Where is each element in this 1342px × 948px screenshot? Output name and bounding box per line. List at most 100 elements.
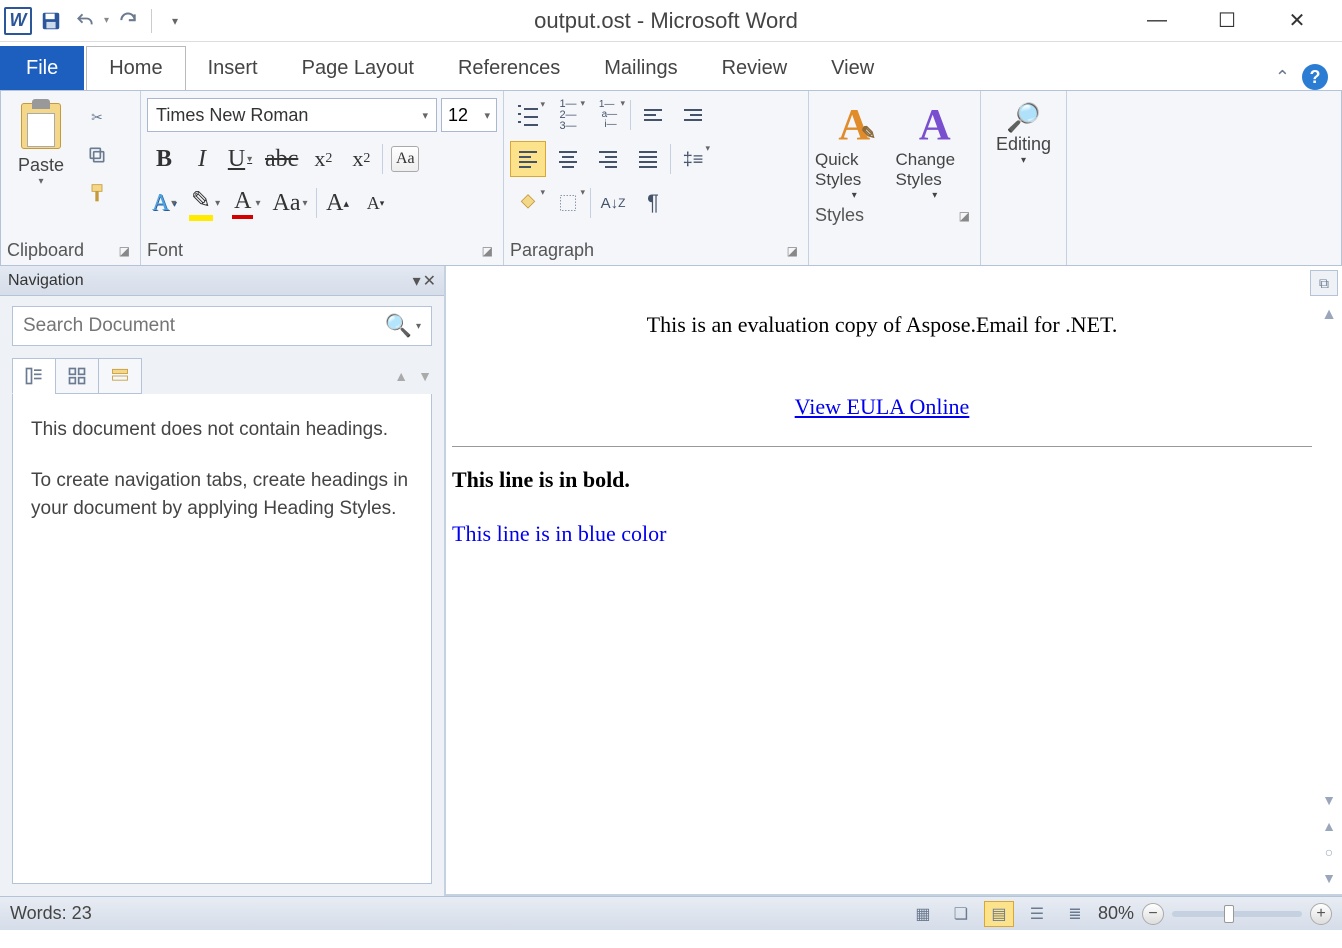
- view-print-layout-icon[interactable]: ▦: [908, 901, 938, 927]
- view-outline-icon[interactable]: ☰: [1022, 901, 1052, 927]
- borders-button[interactable]: ▾: [550, 185, 586, 221]
- customize-qat-icon[interactable]: ▾: [160, 6, 190, 36]
- zoom-out-button[interactable]: −: [1142, 903, 1164, 925]
- font-size-combo[interactable]: 12▾: [441, 98, 497, 132]
- italic-button[interactable]: I: [185, 141, 219, 177]
- underline-button[interactable]: U▾: [223, 141, 257, 177]
- editing-button[interactable]: 🔎 Editing ▾: [996, 95, 1051, 236]
- sort-button[interactable]: A↓Z: [595, 185, 631, 221]
- search-box[interactable]: 🔍 ▾: [12, 306, 432, 346]
- nav-close-icon[interactable]: ✕: [423, 271, 436, 291]
- word-count[interactable]: Words: 23: [10, 903, 92, 924]
- nav-menu-icon[interactable]: ▾: [413, 271, 421, 291]
- shading-button[interactable]: ▾: [510, 185, 546, 221]
- save-icon[interactable]: [36, 6, 66, 36]
- multilevel-list-button[interactable]: 1— a— i—▾: [590, 97, 626, 133]
- prev-page-icon[interactable]: ▲: [1322, 818, 1336, 834]
- document-viewport[interactable]: ⧉ ▲ ▼ ▲ ○ ▼ This is an evaluation copy o…: [446, 266, 1342, 896]
- eula-link[interactable]: View EULA Online: [795, 394, 970, 419]
- divider: [452, 446, 1312, 447]
- clipboard-dialog-launcher[interactable]: ◪: [119, 244, 134, 258]
- redo-icon[interactable]: [113, 6, 143, 36]
- view-full-screen-icon[interactable]: ❏: [946, 901, 976, 927]
- bullets-button[interactable]: ▾: [510, 97, 546, 133]
- zoom-label[interactable]: 80%: [1098, 903, 1134, 924]
- format-painter-icon[interactable]: [81, 177, 113, 209]
- cut-icon[interactable]: ✂: [81, 101, 113, 133]
- maximize-button[interactable]: ☐: [1212, 6, 1242, 36]
- justify-button[interactable]: [630, 141, 666, 177]
- superscript-button[interactable]: x2: [344, 141, 378, 177]
- quick-styles-button[interactable]: A✎ Quick Styles▾: [815, 99, 894, 201]
- decrease-indent-button[interactable]: [635, 97, 671, 133]
- subscript-button[interactable]: x2: [306, 141, 340, 177]
- tab-view[interactable]: View: [809, 46, 896, 90]
- bold-line: This line is in bold.: [452, 467, 1312, 493]
- ruler-toggle-icon[interactable]: ⧉: [1310, 270, 1338, 296]
- status-bar: Words: 23 ▦ ❏ ▤ ☰ ≣ 80% − +: [0, 896, 1342, 930]
- navigation-body: This document does not contain headings.…: [12, 394, 432, 884]
- tab-references[interactable]: References: [436, 46, 582, 90]
- browse-object-icon[interactable]: ○: [1325, 844, 1333, 860]
- word-app-icon[interactable]: W: [4, 7, 32, 35]
- help-icon[interactable]: ?: [1302, 64, 1328, 90]
- view-web-layout-icon[interactable]: ▤: [984, 901, 1014, 927]
- highlight-button[interactable]: ✎▾: [185, 185, 224, 221]
- quick-access-toolbar: W ▾ ▾: [0, 6, 190, 36]
- show-hide-button[interactable]: ¶: [635, 185, 671, 221]
- align-center-button[interactable]: [550, 141, 586, 177]
- group-editing: 🔎 Editing ▾: [981, 91, 1067, 265]
- zoom-slider[interactable]: [1172, 911, 1302, 917]
- increase-indent-button[interactable]: [675, 97, 711, 133]
- change-case-button[interactable]: Aa▾: [269, 185, 312, 221]
- copy-icon[interactable]: [81, 139, 113, 171]
- group-paragraph: ▾ 1—2—3—▾ 1— a— i—▾ ‡≡▾ ▾: [504, 91, 809, 265]
- navigation-title: Navigation: [8, 272, 84, 290]
- tab-home[interactable]: Home: [86, 46, 185, 90]
- group-font: Times New Roman▾ 12▾ B I U▾ abc x2 x2 Aa…: [141, 91, 504, 265]
- ribbon-tabs: File Home Insert Page Layout References …: [0, 42, 1342, 90]
- change-styles-button[interactable]: A Change Styles▾: [896, 99, 975, 201]
- view-draft-icon[interactable]: ≣: [1060, 901, 1090, 927]
- paste-button[interactable]: Paste ▾: [7, 95, 75, 236]
- scroll-down-icon[interactable]: ▼: [1322, 792, 1336, 808]
- undo-icon[interactable]: [70, 6, 100, 36]
- group-clipboard: Paste ▾ ✂ Clipboard◪: [1, 91, 141, 265]
- nav-prev-icon[interactable]: ▲: [394, 368, 408, 384]
- minimize-ribbon-icon[interactable]: ⌃: [1275, 67, 1290, 88]
- nav-msg-2: To create navigation tabs, create headin…: [31, 467, 413, 524]
- scroll-up-icon[interactable]: ▲: [1321, 306, 1337, 324]
- search-input[interactable]: [23, 315, 385, 337]
- nav-tab-headings[interactable]: [12, 358, 56, 394]
- bold-button[interactable]: B: [147, 141, 181, 177]
- minimize-button[interactable]: —: [1142, 6, 1172, 36]
- nav-tab-results[interactable]: [98, 358, 142, 394]
- font-name-combo[interactable]: Times New Roman▾: [147, 98, 437, 132]
- file-tab[interactable]: File: [0, 46, 84, 90]
- paste-icon: [19, 99, 63, 149]
- strikethrough-button[interactable]: abc: [261, 141, 302, 177]
- tab-mailings[interactable]: Mailings: [582, 46, 699, 90]
- next-page-icon[interactable]: ▼: [1322, 870, 1336, 886]
- search-icon[interactable]: 🔍: [385, 313, 412, 339]
- shrink-font-button[interactable]: A▾: [359, 185, 393, 221]
- align-right-button[interactable]: [590, 141, 626, 177]
- tab-page-layout[interactable]: Page Layout: [280, 46, 436, 90]
- font-color-button[interactable]: A▾: [228, 185, 264, 221]
- numbering-button[interactable]: 1—2—3—▾: [550, 97, 586, 133]
- font-dialog-launcher[interactable]: ◪: [482, 244, 497, 258]
- nav-tab-pages[interactable]: [55, 358, 99, 394]
- close-button[interactable]: ✕: [1282, 6, 1312, 36]
- text-effects-button[interactable]: A▾: [147, 185, 181, 221]
- document-page: This is an evaluation copy of Aspose.Ema…: [446, 266, 1342, 547]
- grow-font-button[interactable]: A▴: [321, 185, 355, 221]
- nav-next-icon[interactable]: ▼: [418, 368, 432, 384]
- styles-dialog-launcher[interactable]: ◪: [959, 209, 974, 223]
- paragraph-dialog-launcher[interactable]: ◪: [787, 244, 802, 258]
- tab-review[interactable]: Review: [700, 46, 810, 90]
- align-left-button[interactable]: [510, 141, 546, 177]
- clear-formatting-button[interactable]: Aa: [387, 141, 423, 177]
- tab-insert[interactable]: Insert: [186, 46, 280, 90]
- line-spacing-button[interactable]: ‡≡▾: [675, 141, 711, 177]
- zoom-in-button[interactable]: +: [1310, 903, 1332, 925]
